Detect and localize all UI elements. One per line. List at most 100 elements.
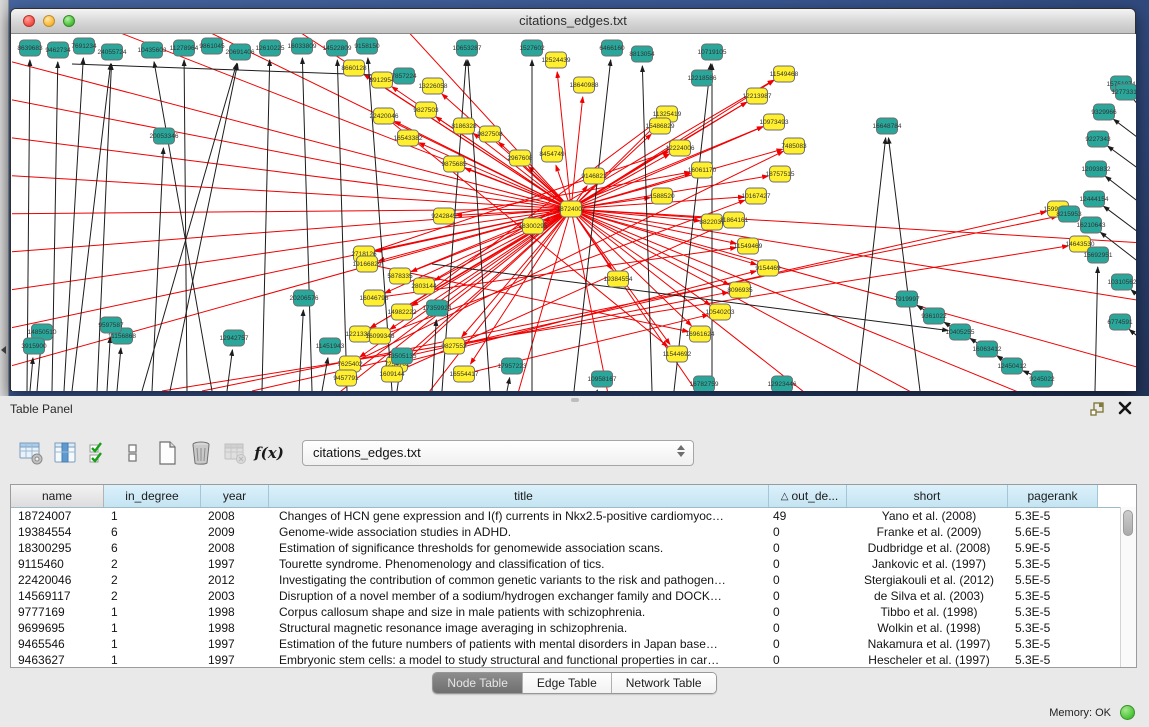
network-node[interactable]: 19166829: [353, 256, 382, 272]
network-node[interactable]: 2803144: [411, 278, 437, 294]
network-node[interactable]: 11549468: [770, 66, 799, 82]
network-node[interactable]: 24055724: [98, 44, 127, 60]
network-node[interactable]: 10653287: [453, 40, 482, 56]
table-row[interactable]: 1872400712008Changes of HCN gene express…: [11, 508, 1136, 524]
network-node[interactable]: 8215953: [1056, 206, 1082, 222]
network-node[interactable]: 10973493: [760, 114, 789, 130]
network-node[interactable]: 12923446: [768, 376, 797, 391]
network-node[interactable]: 17957223: [498, 358, 527, 374]
network-node[interactable]: 16099348: [366, 328, 395, 344]
network-node[interactable]: 10405255: [946, 324, 975, 340]
function-builder-icon[interactable]: f(x): [254, 438, 284, 468]
column-header-in_degree[interactable]: in_degree: [104, 485, 201, 507]
network-node[interactable]: 11451943: [316, 338, 345, 354]
network-node[interactable]: 9861045: [199, 38, 225, 54]
network-node[interactable]: 9158150: [354, 38, 380, 54]
network-node[interactable]: 15486829: [646, 118, 675, 134]
network-node[interactable]: 6774591: [1107, 314, 1133, 330]
network-node[interactable]: 8660128: [341, 60, 367, 76]
table-row[interactable]: 977716911998Corpus callosum shape and si…: [11, 604, 1136, 620]
network-node[interactable]: 16554417: [450, 366, 479, 382]
select-rows-icon[interactable]: [84, 438, 114, 468]
network-node[interactable]: 7919997: [894, 291, 920, 307]
network-node[interactable]: 16961624: [686, 326, 715, 342]
network-node[interactable]: 10310562: [1108, 274, 1136, 290]
network-node[interactable]: 19384554: [604, 271, 633, 287]
network-node[interactable]: 10540203: [706, 304, 735, 320]
network-node[interactable]: 8639683: [17, 40, 43, 56]
network-node[interactable]: 16648784: [873, 118, 902, 134]
show-columns-icon[interactable]: [50, 438, 80, 468]
network-node[interactable]: 8454749: [539, 146, 565, 162]
network-node[interactable]: 3915900: [21, 338, 47, 354]
network-node[interactable]: 20691406: [226, 44, 255, 60]
left-panel-edge[interactable]: [0, 0, 9, 396]
import-table-icon[interactable]: [220, 438, 250, 468]
network-node[interactable]: 9457791: [333, 370, 359, 386]
network-node[interactable]: 9154469: [755, 260, 781, 276]
network-node[interactable]: 9827552: [441, 338, 467, 354]
column-header-name[interactable]: name: [11, 485, 104, 507]
network-node[interactable]: 1588520: [649, 188, 675, 204]
network-node[interactable]: 12213987: [743, 88, 772, 104]
new-table-icon[interactable]: [152, 438, 182, 468]
network-node[interactable]: 12224006: [666, 140, 695, 156]
network-node[interactable]: 14522809: [323, 40, 352, 56]
network-node[interactable]: 12444154: [1080, 191, 1109, 207]
network-node[interactable]: 11549469: [734, 238, 763, 254]
network-node[interactable]: 2967608: [507, 150, 533, 166]
tab-node-table[interactable]: Node Table: [433, 673, 523, 693]
network-node[interactable]: 7691234: [71, 38, 97, 54]
network-node[interactable]: 16063412: [973, 341, 1002, 357]
network-node[interactable]: 10435603: [138, 42, 167, 58]
network-node[interactable]: 15692951: [1084, 247, 1113, 263]
network-node[interactable]: 9227343: [1085, 131, 1111, 147]
network-node[interactable]: 10958167: [588, 371, 617, 387]
network-node[interactable]: 9827503: [413, 102, 439, 118]
network-node[interactable]: 6466160: [599, 40, 625, 56]
window-titlebar[interactable]: citations_edges.txt: [11, 9, 1135, 34]
network-node[interactable]: 11278964: [170, 40, 199, 56]
network-node[interactable]: 5878335: [387, 268, 413, 284]
network-node[interactable]: 16061170: [688, 162, 717, 178]
close-button[interactable]: [23, 15, 35, 27]
network-node[interactable]: 1609144: [379, 366, 405, 382]
network-node[interactable]: 8813054: [629, 46, 655, 62]
network-node[interactable]: 16046798: [360, 290, 389, 306]
network-node[interactable]: 20053346: [150, 128, 179, 144]
network-node[interactable]: 8186328: [451, 118, 477, 134]
network-node[interactable]: 9245022: [1029, 371, 1055, 387]
network-node[interactable]: 9827508: [477, 126, 503, 142]
network-node[interactable]: 9875685: [441, 156, 467, 172]
network-node[interactable]: 16782759: [690, 376, 719, 391]
network-node[interactable]: 13226058: [419, 78, 448, 94]
table-selector-dropdown[interactable]: citations_edges.txt: [302, 440, 694, 466]
float-window-icon[interactable]: [1089, 401, 1105, 417]
memory-status-indicator[interactable]: [1120, 705, 1135, 720]
table-row[interactable]: 969969511998Structural magnetic resonanc…: [11, 620, 1136, 636]
scrollbar-thumb[interactable]: [1123, 510, 1133, 536]
close-panel-icon[interactable]: [1117, 400, 1133, 416]
column-header-out_de[interactable]: △out_de...: [769, 485, 847, 507]
network-node[interactable]: 7857224: [391, 68, 417, 84]
network-canvas[interactable]: 1872400718300295193845542242004686601288…: [12, 34, 1136, 391]
network-node[interactable]: 18724007: [557, 201, 586, 217]
network-node[interactable]: 12093832: [1082, 161, 1111, 177]
network-node[interactable]: 12610225: [256, 40, 285, 56]
minimize-button[interactable]: [43, 15, 55, 27]
network-node[interactable]: 12942757: [220, 330, 249, 346]
network-node[interactable]: 12524439: [542, 52, 571, 68]
collapse-left-arrow-icon[interactable]: [1, 346, 6, 354]
network-node[interactable]: 18757515: [766, 166, 795, 182]
table-row[interactable]: 1456911722003Disruption of a novel membe…: [11, 588, 1136, 604]
network-node[interactable]: 17359924: [423, 300, 452, 316]
column-header-year[interactable]: year: [201, 485, 269, 507]
network-node[interactable]: 9597587: [98, 317, 124, 333]
table-row[interactable]: 1830029562008Estimation of significance …: [11, 540, 1136, 556]
table-options-icon[interactable]: [16, 438, 46, 468]
network-node[interactable]: 1527602: [519, 40, 545, 56]
network-node[interactable]: 7485083: [781, 138, 807, 154]
network-node[interactable]: 8096935: [727, 282, 753, 298]
table-row[interactable]: 946554611997Estimation of the future num…: [11, 636, 1136, 652]
network-node[interactable]: 9146821: [581, 168, 607, 184]
